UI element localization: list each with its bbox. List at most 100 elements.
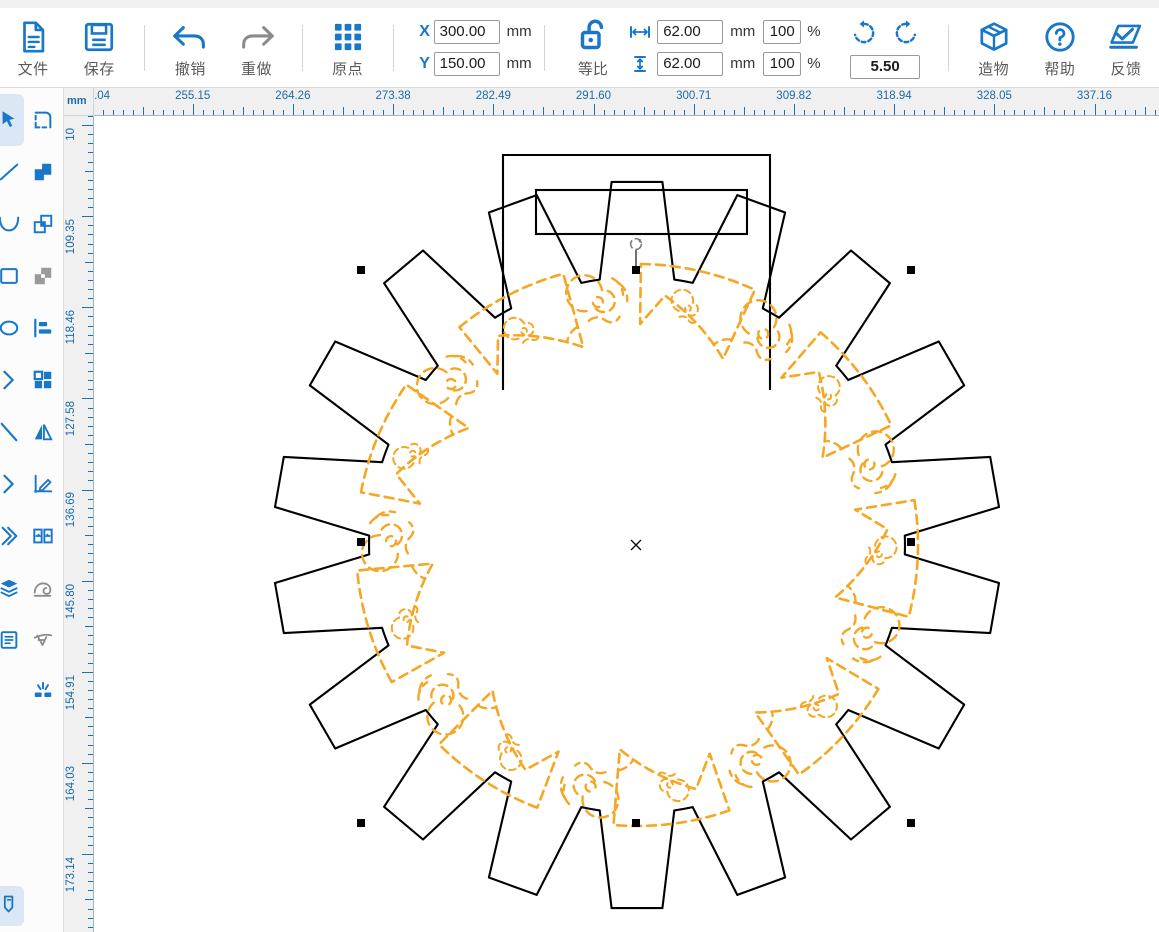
ruler-label-h: 246.04: [94, 90, 110, 102]
tool-sparkle[interactable]: [28, 666, 58, 718]
spiral-motif: [714, 290, 803, 378]
design-canvas[interactable]: [94, 116, 1159, 932]
pattern-stroke: [835, 500, 918, 617]
aspect-lock-button[interactable]: 等比: [563, 11, 624, 85]
ruler-tick-h: [694, 104, 695, 115]
tool-polygon[interactable]: [0, 354, 24, 406]
aspect-lock-label: 等比: [578, 58, 608, 79]
ruler-tick-v: [82, 581, 93, 582]
tool-ellipse[interactable]: [0, 302, 24, 354]
selection-handle-bl[interactable]: [357, 819, 365, 827]
make-button[interactable]: 造物: [961, 11, 1027, 85]
tool-select[interactable]: [0, 94, 24, 146]
ruler-tick-h: [403, 110, 404, 115]
tool-subtract[interactable]: [28, 198, 58, 250]
ruler-tick-v: [88, 134, 93, 135]
ruler-tick-h: [774, 110, 775, 115]
ruler-tick-v: [88, 362, 93, 363]
selection-handle-tc[interactable]: [632, 266, 640, 274]
ruler-tick-h: [523, 110, 524, 115]
height-arrows-icon: [629, 55, 651, 73]
tool-frame[interactable]: [28, 94, 58, 146]
tool-perspective[interactable]: [28, 614, 58, 666]
feedback-button[interactable]: 反馈: [1093, 11, 1159, 85]
rotate-cw-icon[interactable]: [892, 19, 920, 52]
pin-button[interactable]: [0, 886, 24, 926]
tool-line[interactable]: [0, 146, 24, 198]
file-button[interactable]: 文件: [0, 11, 66, 85]
tool-pen-angle[interactable]: [0, 406, 24, 458]
name-plate-rect[interactable]: [536, 190, 747, 234]
ruler-tick-v: [82, 672, 93, 673]
ruler-tick-v: [88, 690, 93, 691]
tool-mirror[interactable]: [28, 406, 58, 458]
width-unit-label: mm: [730, 23, 755, 40]
ruler-tick-v: [88, 316, 93, 317]
ruler-tick-v: [88, 590, 93, 591]
toolbar-divider-5: [948, 25, 949, 71]
tool-measure-pencil[interactable]: [28, 458, 58, 510]
selection-handle-bc[interactable]: [632, 819, 640, 827]
ruler-tick-h: [1155, 110, 1156, 115]
tool-node-edit[interactable]: [0, 458, 24, 510]
pattern-stroke: [825, 437, 842, 454]
selection-handle-tr[interactable]: [907, 266, 915, 274]
size-group: 62.00 mm 100 % 62.00 mm 100 %: [629, 19, 820, 77]
ruler-tick-h: [1105, 110, 1106, 115]
x-position-input[interactable]: 300.00: [434, 20, 500, 44]
ruler-tick-h: [153, 110, 154, 115]
tool-text[interactable]: [0, 614, 24, 666]
ruler-tick-h: [1034, 110, 1035, 115]
ruler-tick-h: [563, 110, 564, 115]
rotate-ccw-icon[interactable]: [850, 19, 878, 52]
undo-button[interactable]: 撤销: [157, 11, 223, 85]
tool-offset[interactable]: [0, 510, 24, 562]
ruler-tick-v: [82, 854, 93, 855]
toolbar-divider-4: [544, 25, 545, 71]
ruler-tick-h: [1074, 110, 1075, 115]
tool-curve[interactable]: [0, 198, 24, 250]
save-button[interactable]: 保存: [66, 11, 132, 85]
tool-rectangle[interactable]: [0, 250, 24, 302]
tool-union[interactable]: [28, 146, 58, 198]
ruler-tick-v: [82, 125, 93, 126]
gear-teeth-path: [275, 182, 999, 908]
gear-outline-path[interactable]: [275, 182, 999, 908]
save-button-label: 保存: [84, 58, 115, 79]
help-button[interactable]: 帮助: [1027, 11, 1093, 85]
tool-intersect[interactable]: [28, 250, 58, 302]
ruler-tick-h: [924, 110, 925, 115]
horizontal-ruler[interactable]: 3246.04255.15264.26273.38282.49291.60300…: [94, 88, 1159, 116]
box-icon: [977, 17, 1011, 57]
tool-layers[interactable]: [0, 562, 24, 614]
origin-button[interactable]: 原点: [315, 11, 381, 85]
tool-center-align[interactable]: [28, 510, 58, 562]
unlock-icon: [575, 16, 611, 57]
ruler-label-h: 328.05: [977, 90, 1012, 102]
selection-handle-br[interactable]: [907, 819, 915, 827]
spiral-motif-small: [390, 436, 429, 475]
ring-pattern-path[interactable]: [357, 264, 918, 826]
height-input[interactable]: 62.00: [657, 52, 723, 76]
ruler-tick-v: [88, 389, 93, 390]
ruler-tick-h: [1024, 110, 1025, 115]
ruler-tick-v: [88, 827, 93, 828]
redo-button[interactable]: 重做: [223, 11, 289, 85]
height-percent-input[interactable]: 100: [763, 52, 801, 76]
vertical-ruler[interactable]: 10109.35118.46127.58136.69145.80154.9116…: [64, 116, 94, 932]
ruler-tick-v: [88, 189, 93, 190]
y-position-input[interactable]: 150.00: [434, 52, 500, 76]
width-input[interactable]: 62.00: [657, 20, 723, 44]
ruler-tick-h: [824, 110, 825, 115]
width-percent-input[interactable]: 100: [763, 20, 801, 44]
selection-handle-tl[interactable]: [357, 266, 365, 274]
ruler-tick-h: [794, 104, 795, 115]
selection-handle-ml[interactable]: [357, 538, 365, 546]
ruler-tick-v: [88, 499, 93, 500]
selection-handle-mr[interactable]: [907, 538, 915, 546]
tool-emboss[interactable]: [28, 562, 58, 614]
tool-align-left[interactable]: [28, 302, 58, 354]
rotation-input[interactable]: 5.50: [850, 55, 920, 79]
x-position-row: X 300.00 mm: [416, 19, 532, 45]
tool-distribute[interactable]: [28, 354, 58, 406]
